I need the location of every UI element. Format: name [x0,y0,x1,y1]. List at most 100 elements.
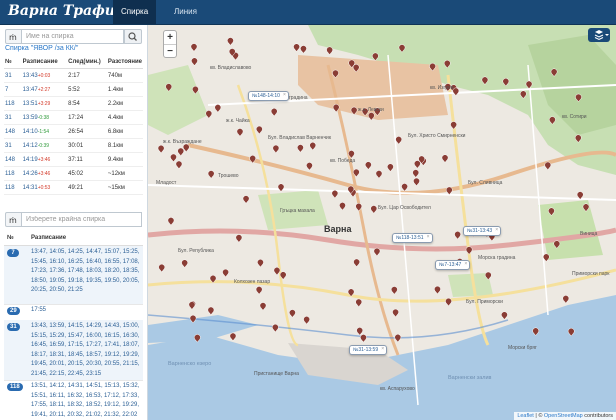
bus-stop-marker-icon[interactable] [355,298,362,308]
bus-stop-marker-icon[interactable] [412,169,419,178]
bus-popup[interactable]: №31-13:59 [349,345,388,355]
tab-stop[interactable]: Спирка [113,0,157,24]
bus-stop-marker-icon[interactable] [192,86,199,95]
bus-stop-marker-icon[interactable] [353,258,360,268]
bus-stop-marker-icon[interactable] [401,183,408,192]
bus-stop-marker-icon[interactable] [306,162,313,171]
bus-stop-marker-icon[interactable] [279,271,287,280]
bus-stop-marker-icon[interactable] [332,69,339,79]
bus-stop-marker-icon[interactable] [270,108,278,117]
search-button[interactable] [124,29,142,44]
bus-stop-marker-icon[interactable] [214,104,222,113]
bus-stop-marker-icon[interactable] [236,128,244,137]
arrival-row[interactable]: 118 13:51+3:29 8:54 2.2км [4,96,143,111]
bus-popup[interactable]: №31-13:43 [463,226,502,236]
bus-stop-marker-icon[interactable] [332,104,340,113]
bus-stop-marker-icon[interactable] [394,334,402,343]
bus-stop-marker-icon[interactable] [189,315,197,324]
osm-link[interactable]: OpenStreetMap [544,413,583,419]
bus-stop-marker-icon[interactable] [188,301,196,310]
bus-stop-marker-icon[interactable] [532,327,539,336]
bus-stop-marker-icon[interactable] [229,332,237,342]
bus-stop-marker-icon[interactable] [181,259,188,268]
bus-stop-marker-icon[interactable] [177,147,184,157]
bus-stop-marker-icon[interactable] [444,60,451,69]
bus-stop-marker-icon[interactable] [355,203,362,212]
map-view[interactable]: Варна кв. Владиславово ж.к. Чайка кв. Из… [148,25,616,420]
bus-stop-marker-icon[interactable] [575,134,582,143]
bus-stop-marker-icon[interactable] [207,170,215,179]
layers-button[interactable] [588,28,610,42]
bus-stop-marker-icon[interactable] [272,324,279,333]
tab-line[interactable]: Линия [166,0,205,24]
bus-stop-marker-icon[interactable] [548,207,555,216]
bus-stop-marker-icon[interactable] [289,309,296,318]
bus-stop-marker-icon[interactable] [242,195,250,204]
end-stop-input[interactable] [22,212,142,227]
bus-stop-marker-icon[interactable] [194,334,201,343]
bus-stop-marker-icon[interactable] [205,110,213,119]
bus-stop-marker-icon[interactable] [347,288,355,297]
bus-popup[interactable]: №7-13:47 [435,260,471,270]
bus-stop-marker-icon[interactable] [365,161,372,170]
arrival-row[interactable]: 118 14:26+3:46 45:02 ~12км [4,166,143,181]
bus-stop-marker-icon[interactable] [222,269,229,278]
bus-stop-marker-icon[interactable] [249,155,256,164]
arrival-row[interactable]: 148 14:10-1:54 26:54 6.8км [4,124,143,139]
bus-stop-marker-icon[interactable] [157,145,165,154]
bus-popup[interactable]: №118-13:51 [392,233,433,243]
bus-stop-marker-icon[interactable] [481,76,489,85]
bus-stop-marker-icon[interactable] [339,202,346,211]
bus-stop-marker-icon[interactable] [158,264,165,273]
bus-stop-marker-icon[interactable] [445,298,452,307]
bus-stop-marker-icon[interactable] [175,160,183,170]
bus-stop-marker-icon[interactable] [352,64,360,73]
bus-stop-marker-icon[interactable] [170,153,177,163]
bus-stop-marker-icon[interactable] [454,231,461,240]
bus-stop-marker-icon[interactable] [553,240,561,249]
bus-stop-marker-icon[interactable] [414,160,421,169]
arrival-row[interactable]: 118 14:31+0:53 49:21 ~15км [4,180,143,195]
bus-stop-marker-icon[interactable] [450,121,457,130]
bus-stop-marker-icon[interactable] [190,43,198,52]
bus-stop-marker-icon[interactable] [429,63,436,72]
bus-stop-marker-icon[interactable] [353,168,360,178]
bus-stop-marker-icon[interactable] [413,177,420,187]
bus-stop-marker-icon[interactable] [372,52,379,62]
bus-stop-marker-icon[interactable] [550,68,558,77]
bus-stop-marker-icon[interactable] [395,136,402,145]
arrival-row[interactable]: 31 14:12-0:39 30:01 8.1км [4,138,143,153]
bus-stop-marker-icon[interactable] [257,259,264,268]
bus-stop-marker-icon[interactable] [273,267,281,276]
bus-stop-marker-icon[interactable] [398,44,406,53]
bus-stop-marker-icon[interactable] [360,334,367,343]
bus-stop-marker-icon[interactable] [368,112,375,121]
bus-stop-marker-icon[interactable] [465,246,473,255]
bus-stop-marker-icon[interactable] [207,306,215,316]
bus-stop-marker-icon[interactable] [441,154,449,163]
bus-stop-marker-icon[interactable] [576,191,584,200]
bus-stop-marker-icon[interactable] [356,327,363,336]
bus-stop-marker-icon[interactable] [331,190,339,199]
bus-stop-marker-icon[interactable] [434,286,441,295]
bus-stop-marker-icon[interactable] [567,328,575,337]
bus-stop-marker-icon[interactable] [350,106,358,116]
arrival-row[interactable]: 31 13:59-0:38 17:24 4.4км [4,110,143,125]
bus-stop-marker-icon[interactable] [485,271,492,281]
bus-stop-marker-icon[interactable] [520,90,527,99]
bus-stop-marker-icon[interactable] [391,286,398,295]
bus-stop-marker-icon[interactable] [549,116,556,125]
bus-stop-marker-icon[interactable] [543,253,550,262]
bus-stop-marker-icon[interactable] [259,302,267,311]
bus-stop-marker-icon[interactable] [167,217,175,226]
bus-stop-marker-icon[interactable] [373,248,381,257]
bus-stop-marker-icon[interactable] [256,125,263,135]
bus-stop-marker-icon[interactable] [387,163,394,172]
bus-stop-marker-icon[interactable] [502,78,510,87]
bus-stop-marker-icon[interactable] [235,234,243,243]
bus-stop-marker-icon[interactable] [165,83,172,92]
bus-stop-marker-icon[interactable] [348,150,355,159]
bus-stop-marker-icon[interactable] [227,37,234,46]
stop-search-input[interactable] [22,29,124,44]
bus-stop-marker-icon[interactable] [326,46,333,55]
